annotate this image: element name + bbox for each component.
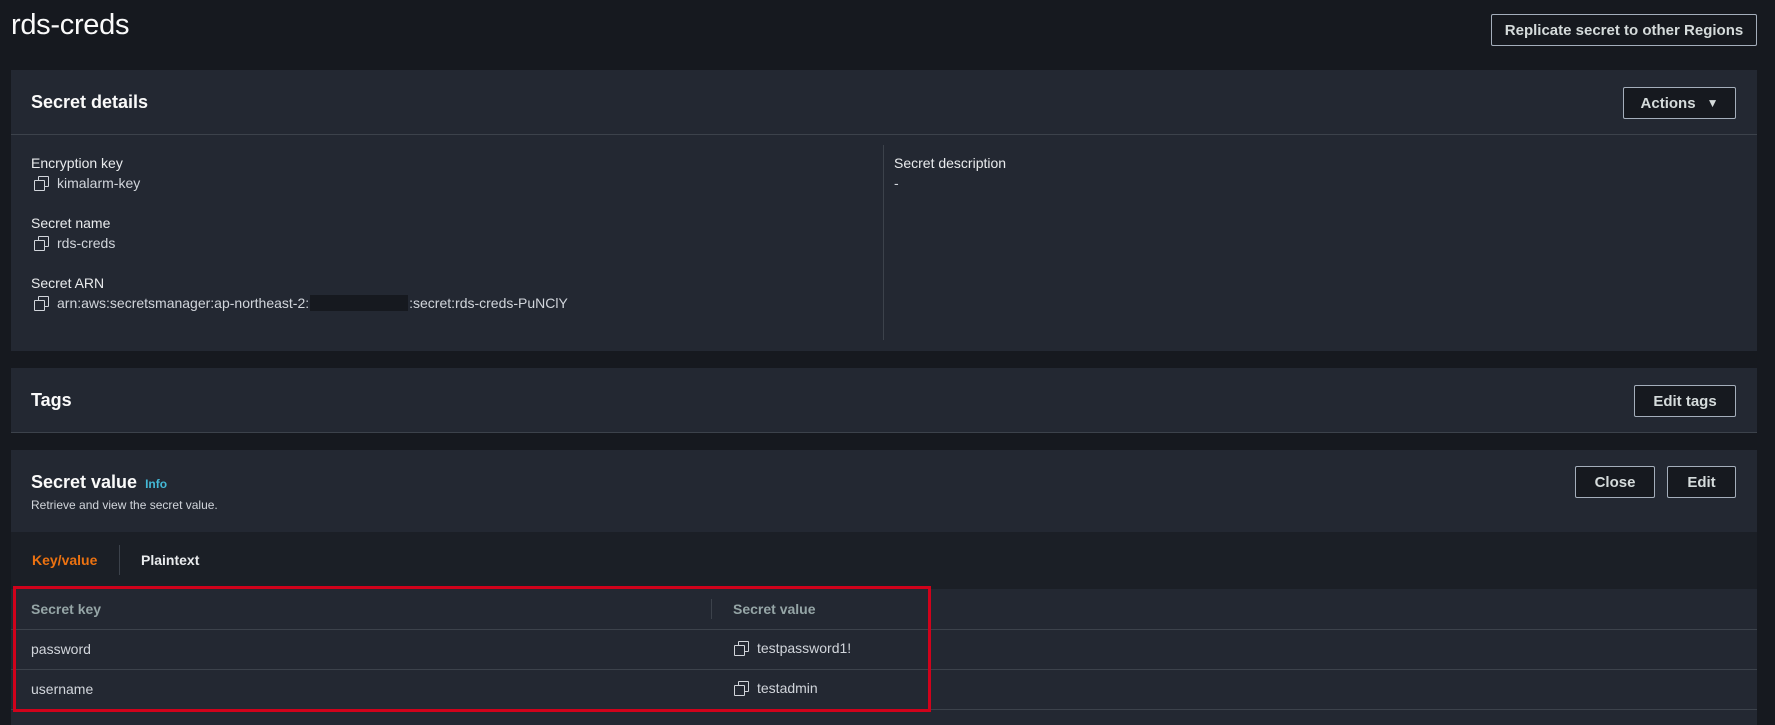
secret-name-label: Secret name <box>31 215 111 231</box>
column-divider <box>883 145 884 340</box>
secret-name-value: rds-creds <box>33 235 115 251</box>
tabs-bar: Key/value Plaintext <box>11 532 1757 590</box>
tab-plaintext[interactable]: Plaintext <box>141 552 199 568</box>
secret-arn-suffix: :secret:rds-creds-PuNClY <box>409 295 568 311</box>
copy-icon[interactable] <box>733 680 749 696</box>
secret-key-cell: password <box>31 641 91 657</box>
edit-button[interactable]: Edit <box>1667 466 1736 498</box>
secret-value-text: testpassword1! <box>757 640 852 656</box>
edit-tags-button[interactable]: Edit tags <box>1634 385 1736 417</box>
secret-value-title: Secret value <box>31 472 138 492</box>
secret-value-header: Secret value Info Retrieve and view the … <box>11 450 1757 532</box>
tags-title: Tags <box>31 390 72 410</box>
info-link[interactable]: Info <box>145 477 167 491</box>
secret-name-text: rds-creds <box>57 235 116 251</box>
replicate-secret-button[interactable]: Replicate secret to other Regions <box>1491 14 1757 46</box>
encryption-key-text: kimalarm-key <box>57 175 141 191</box>
secret-arn-label: Secret ARN <box>31 275 105 291</box>
secret-value-cell: testpassword1! <box>733 640 851 656</box>
copy-icon[interactable] <box>33 295 49 311</box>
actions-label: Actions <box>1640 94 1696 112</box>
table-header: Secret key Secret value <box>11 589 1757 630</box>
secret-details-header: Secret details Actions ▼ <box>11 70 1757 135</box>
secret-value-text: testadmin <box>757 680 818 696</box>
secret-details-panel: Secret details Actions ▼ Encryption key … <box>11 70 1757 351</box>
secret-value-cell: testadmin <box>733 680 818 696</box>
secret-value-title-wrap: Secret value Info <box>31 472 167 493</box>
secret-value-panel: Secret value Info Retrieve and view the … <box>11 450 1757 725</box>
column-header-secret-value: Secret value <box>733 601 816 617</box>
secret-key-cell: username <box>31 681 94 697</box>
table-row: password testpassword1! <box>11 629 1757 670</box>
copy-icon[interactable] <box>33 175 49 191</box>
actions-dropdown-button[interactable]: Actions ▼ <box>1623 87 1736 119</box>
encryption-key-label: Encryption key <box>31 155 123 171</box>
secret-description-value: - <box>894 175 899 191</box>
column-header-separator <box>711 599 712 619</box>
encryption-key-value: kimalarm-key <box>33 175 140 191</box>
tab-separator <box>119 545 120 575</box>
secret-arn-prefix: arn:aws:secretsmanager:ap-northeast-2: <box>57 295 310 311</box>
tab-key-value[interactable]: Key/value <box>32 552 97 568</box>
column-header-secret-key: Secret key <box>31 601 102 617</box>
redacted-account-id <box>310 295 409 311</box>
secret-arn-value: arn:aws:secretsmanager:ap-northeast-2: :… <box>33 295 568 311</box>
secret-description-label: Secret description <box>894 155 1007 171</box>
page-title: rds-creds <box>11 9 130 41</box>
close-button[interactable]: Close <box>1575 466 1655 498</box>
secret-details-title: Secret details <box>31 92 149 112</box>
copy-icon[interactable] <box>733 640 749 656</box>
caret-down-icon: ▼ <box>1706 96 1719 110</box>
tags-panel: Tags Edit tags <box>11 368 1757 433</box>
table-row: username testadmin <box>11 669 1757 710</box>
secret-value-subtitle: Retrieve and view the secret value. <box>31 498 218 512</box>
copy-icon[interactable] <box>33 235 49 251</box>
